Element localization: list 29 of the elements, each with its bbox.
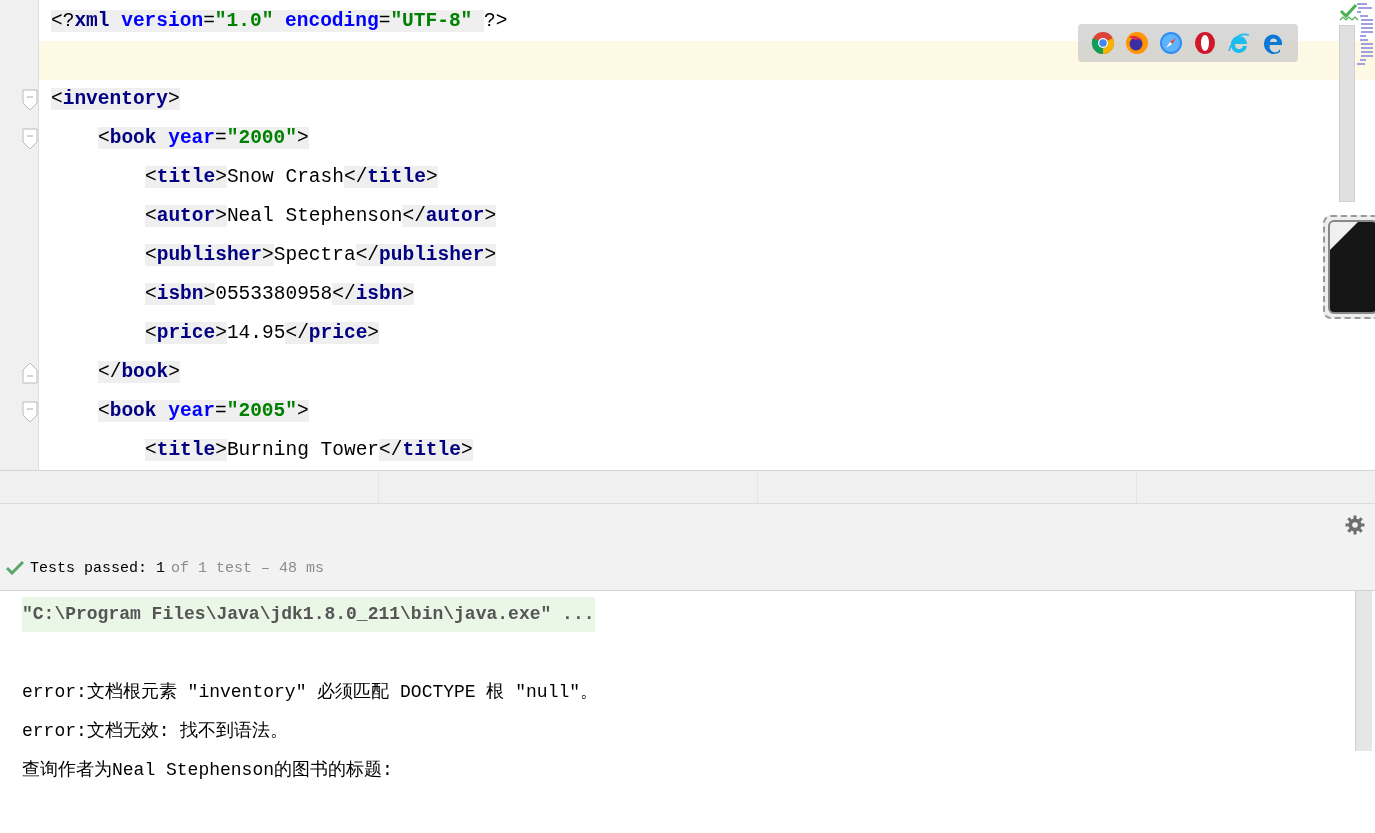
settings-icon[interactable]: [1345, 515, 1365, 535]
check-icon: [6, 561, 24, 575]
code-line: </book>: [98, 360, 180, 385]
code-line: <price>14.95</price>: [145, 321, 380, 346]
code-line: <book year="2000">: [98, 126, 309, 151]
console-output: error:文档无效: 找不到语法。: [22, 720, 289, 743]
code-editor[interactable]: [0, 0, 1375, 471]
check-icon: [1339, 3, 1359, 23]
fold-icon[interactable]: [22, 400, 38, 423]
status-detail: of 1 test – 48 ms: [171, 559, 325, 577]
code-line: <book year="2005">: [98, 399, 309, 424]
console-output: error:文档根元素 "inventory" 必须匹配 DOCTYPE 根 "null"。: [22, 681, 599, 704]
code-line: <inventory>: [51, 87, 180, 112]
status-label: Tests passed: 1: [30, 559, 166, 577]
browser-icon[interactable]: [1125, 31, 1149, 55]
browser-icon[interactable]: [1091, 31, 1115, 55]
code-line: <isbn>0553380958</isbn>: [145, 282, 415, 307]
scrollbar[interactable]: [1355, 591, 1372, 751]
code-line: <autor>Neal Stephenson</autor>: [145, 204, 497, 229]
fold-icon[interactable]: [22, 361, 38, 384]
code-line: <publisher>Spectra</publisher>: [145, 243, 497, 268]
console-output: 查询作者为Neal Stephenson的图书的标题:: [22, 759, 393, 782]
code-line: <?xml version="1.0" encoding="UTF-8" ?>: [51, 9, 508, 34]
fold-icon[interactable]: [22, 88, 38, 111]
browser-icon[interactable]: [1193, 31, 1217, 55]
code-line: <title>Snow Crash</title>: [145, 165, 438, 190]
scrollbar[interactable]: [1339, 25, 1355, 202]
code-line: <title>Burning Tower</title>: [145, 438, 473, 463]
fold-icon[interactable]: [22, 127, 38, 150]
